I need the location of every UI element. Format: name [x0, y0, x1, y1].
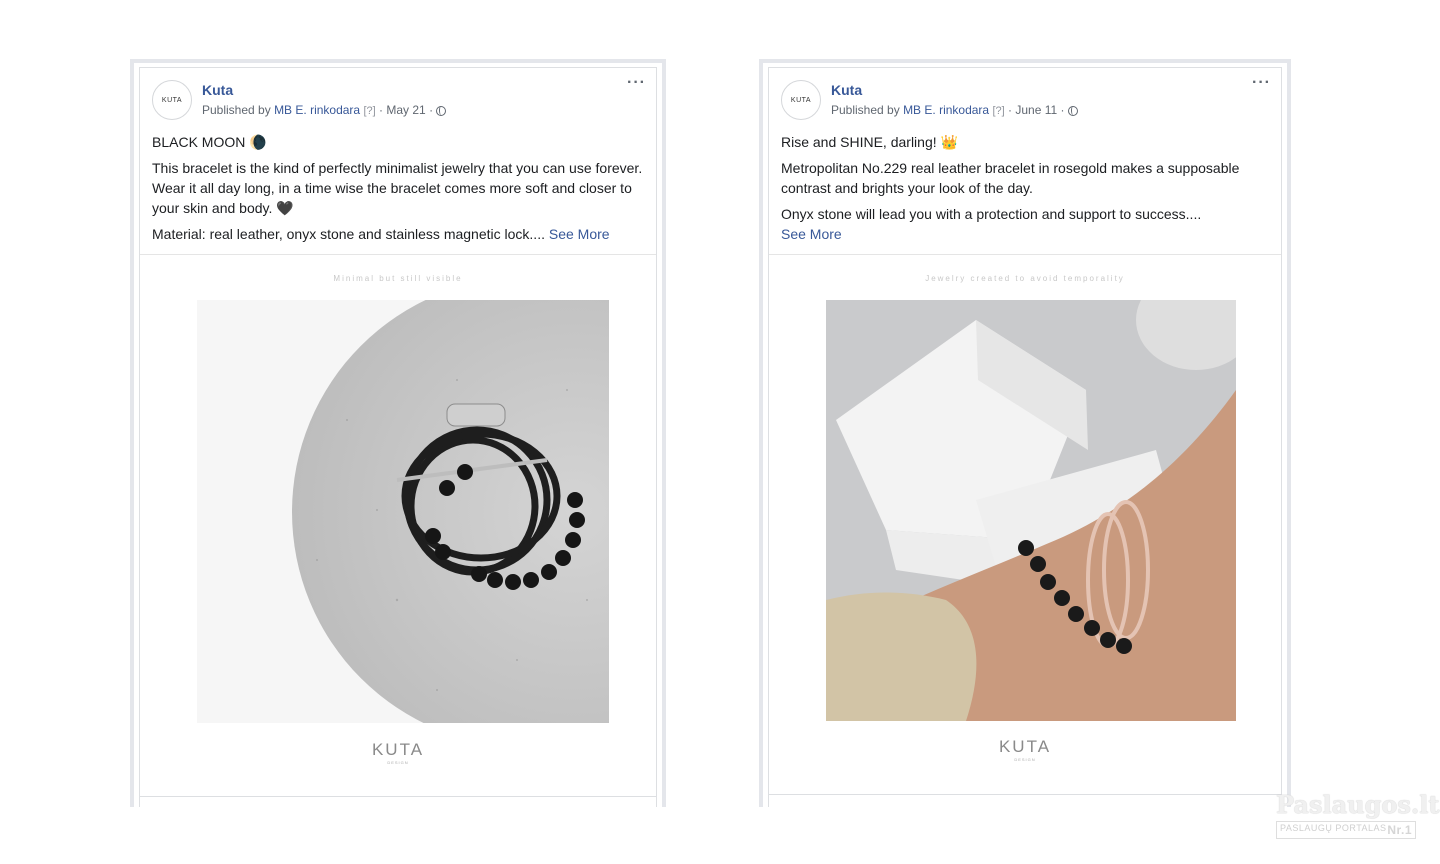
post-text-para2: Metropolitan No.229 real leather bracele… — [781, 160, 1240, 196]
post-inner: KUTA Kuta Published by MB E. rinkodara [… — [768, 67, 1282, 807]
brand-logo: KUTA — [998, 737, 1052, 756]
page-name-link[interactable]: Kuta — [202, 82, 233, 98]
bracelet-photo-graphic — [826, 300, 1236, 721]
more-options-icon[interactable]: ··· — [1252, 75, 1271, 91]
avatar-logo-text: KUTA — [790, 96, 812, 104]
separator-dot: · — [429, 103, 434, 117]
post-text-para2: This bracelet is the kind of perfectly m… — [152, 160, 643, 216]
page-name-link[interactable]: Kuta — [831, 82, 862, 98]
site-watermark: Paslaugos.lt PASLAUGŲ PORTALAS Nr.1 — [1276, 790, 1440, 839]
image-caption: Jewelry created to avoid temporality — [925, 274, 1125, 283]
post-inner: KUTA Kuta Published by MB E. rinkodara [… — [139, 67, 657, 807]
watermark-logo: Paslaugos.lt — [1276, 790, 1440, 819]
globe-icon[interactable] — [1067, 106, 1078, 116]
watermark-sub-text: PASLAUGŲ PORTALAS — [1280, 823, 1387, 833]
post-photo[interactable] — [197, 300, 609, 723]
post-bottom-divider — [769, 794, 1281, 795]
post-text: Rise and SHINE, darling! 👑 Metropolitan … — [781, 132, 1269, 244]
avatar-logo-text: KUTA — [161, 96, 183, 104]
post-text: BLACK MOON 🌘 This bracelet is the kind o… — [152, 132, 644, 250]
post-text-para3-body: Onyx stone will lead you with a protecti… — [781, 206, 1202, 222]
brand-logo: KUTA — [371, 740, 425, 759]
page-avatar[interactable]: KUTA — [152, 80, 192, 120]
image-caption: Minimal but still visible — [333, 274, 463, 283]
separator-dot: · — [379, 103, 384, 117]
published-by-label: Published by — [831, 103, 900, 117]
see-more-link[interactable]: See More — [549, 226, 610, 242]
post-text-line1: BLACK MOON 🌘 — [152, 134, 267, 150]
separator-dot: · — [1008, 103, 1013, 117]
brand-sub-logo: DESIGN — [387, 760, 409, 765]
post-meta: Published by MB E. rinkodara [?] · June … — [831, 103, 1078, 117]
divider — [769, 254, 1281, 255]
help-link[interactable]: [?] — [363, 105, 375, 117]
watermark-badge: Nr.1 — [1387, 823, 1412, 837]
more-options-icon[interactable]: ··· — [627, 75, 646, 91]
post-text-para3: Onyx stone will lead you with a protecti… — [781, 204, 1269, 244]
watermark-subtitle: PASLAUGŲ PORTALAS Nr.1 — [1276, 821, 1416, 839]
published-by-label: Published by — [202, 103, 271, 117]
post-date-link[interactable]: June 11 — [1015, 103, 1057, 117]
see-more-link[interactable]: See More — [781, 226, 842, 242]
post-text-para3: Material: real leather, onyx stone and s… — [152, 224, 644, 244]
globe-icon[interactable] — [436, 106, 447, 116]
help-link[interactable]: [?] — [992, 105, 1004, 117]
separator-dot: · — [1060, 103, 1065, 117]
publisher-link[interactable]: MB E. rinkodara — [903, 103, 989, 117]
post-bottom-divider — [140, 796, 656, 797]
post-card-1: KUTA Kuta Published by MB E. rinkodara [… — [130, 59, 666, 807]
post-card-2: KUTA Kuta Published by MB E. rinkodara [… — [759, 59, 1291, 807]
post-text-line1: Rise and SHINE, darling! 👑 — [781, 134, 958, 150]
bracelet-photo-graphic — [197, 300, 609, 723]
post-meta: Published by MB E. rinkodara [?] · May 2… — [202, 103, 447, 117]
brand-sub-logo: DESIGN — [1014, 757, 1036, 762]
post-text-para3-body: Material: real leather, onyx stone and s… — [152, 226, 545, 242]
page-avatar[interactable]: KUTA — [781, 80, 821, 120]
post-date-link[interactable]: May 21 — [386, 103, 425, 117]
publisher-link[interactable]: MB E. rinkodara — [274, 103, 360, 117]
post-photo[interactable] — [826, 300, 1236, 721]
divider — [140, 254, 656, 255]
